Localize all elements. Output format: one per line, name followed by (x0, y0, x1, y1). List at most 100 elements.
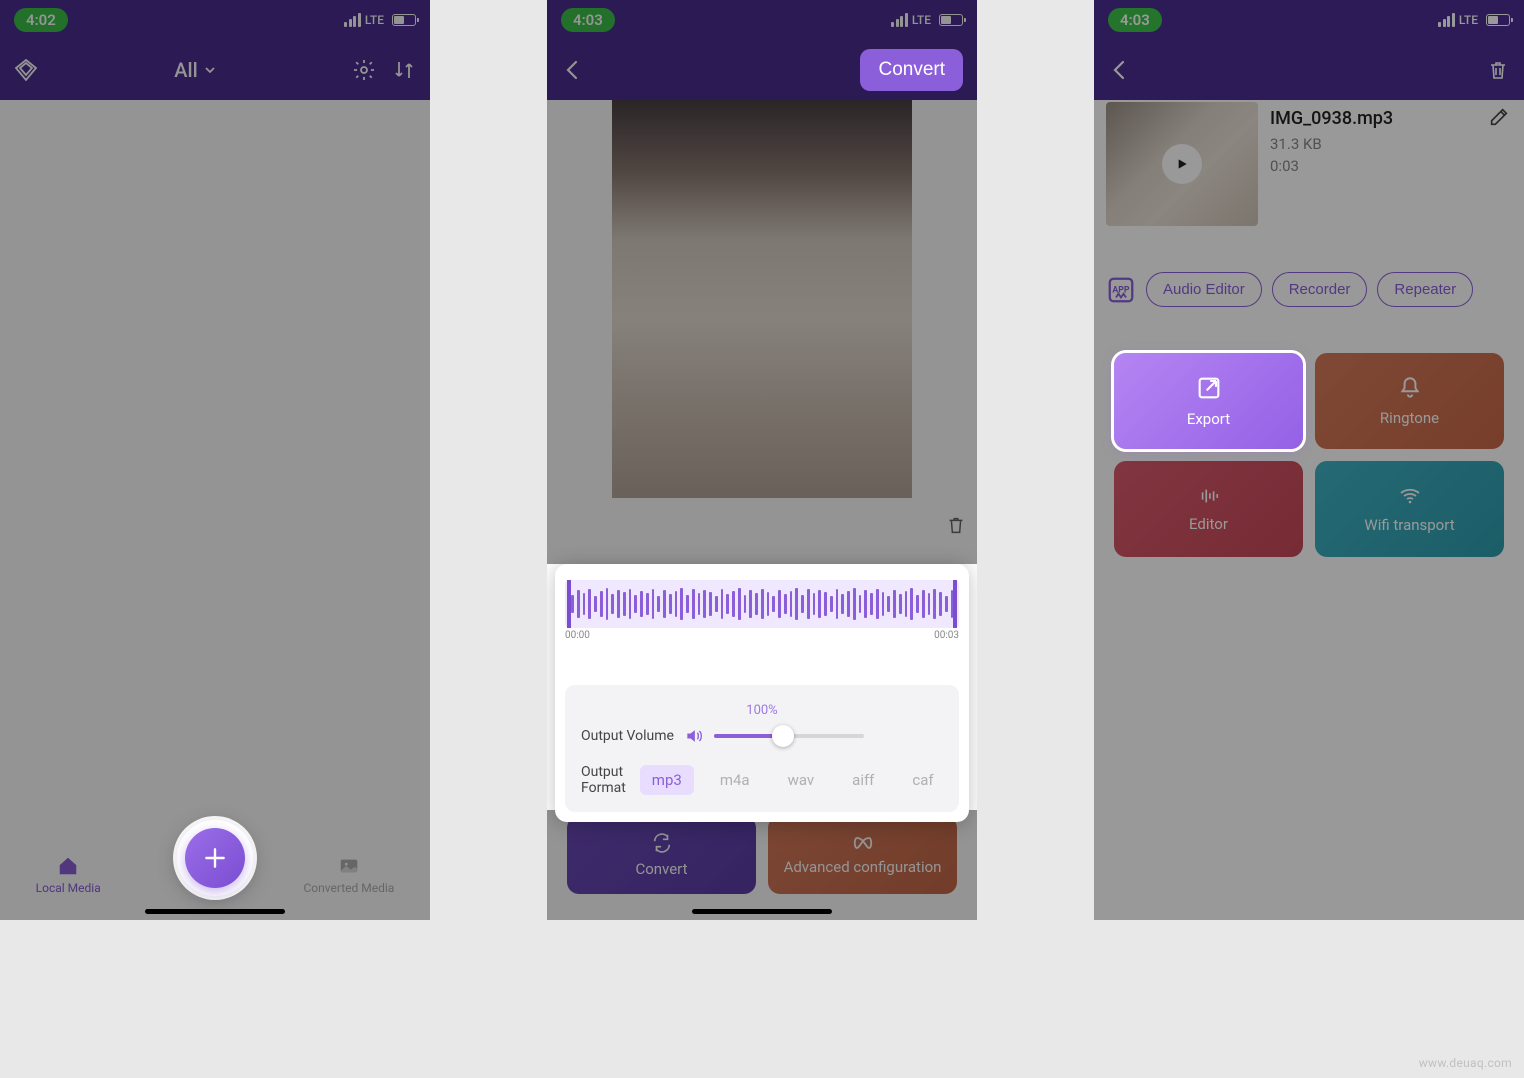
time-end: 00:03 (934, 630, 959, 641)
ringtone-card[interactable]: Ringtone (1315, 353, 1504, 449)
volume-card: 100% Output Volume Output Format mp3 m4a… (565, 685, 959, 812)
chevron-down-icon (204, 64, 216, 76)
convert-button[interactable]: Convert (860, 49, 963, 91)
app-header (1094, 40, 1524, 100)
svg-text:APP: APP (1112, 285, 1130, 295)
signal-icon (344, 13, 361, 27)
export-label: Export (1187, 410, 1230, 428)
signal-icon (891, 13, 908, 27)
screen-file-details: 4:03 LTE IMG_0938.mp3 31.3 KB 0:03 (1094, 0, 1524, 920)
wifi-icon (1396, 484, 1424, 508)
status-right: LTE (891, 13, 963, 27)
trim-handle-left[interactable] (567, 580, 571, 628)
add-button[interactable] (185, 828, 245, 888)
output-settings-sheet: 00:00 00:03 100% Output Volume Output Fo… (555, 564, 969, 822)
statusbar: 4:02 LTE (0, 0, 430, 40)
app-header: All (0, 40, 430, 100)
delete-media-button[interactable] (945, 514, 967, 540)
video-thumbnail[interactable] (612, 100, 912, 498)
plus-icon (202, 845, 228, 871)
recorder-pill[interactable]: Recorder (1272, 272, 1368, 307)
play-button[interactable] (1162, 144, 1202, 184)
play-icon (1174, 156, 1190, 172)
file-name: IMG_0938.mp3 (1270, 108, 1512, 129)
screen-convert: 4:03 LTE Convert 00:00 00:03 100% (547, 0, 977, 920)
format-aiff[interactable]: aiff (840, 765, 886, 795)
image-icon (337, 855, 361, 877)
home-indicator[interactable] (145, 909, 285, 914)
export-card[interactable]: Export (1114, 353, 1303, 449)
format-caf[interactable]: caf (900, 765, 945, 795)
rename-button[interactable] (1488, 106, 1510, 132)
tab-local-media[interactable]: Local Media (36, 855, 101, 895)
wifi-label: Wifi transport (1364, 516, 1454, 534)
status-right: LTE (344, 13, 416, 27)
signal-icon (1438, 13, 1455, 27)
add-fab-highlight (177, 820, 253, 896)
screen-local-media: 4:02 LTE All Local Media Converted Medi (0, 0, 430, 920)
format-mp3[interactable]: mp3 (640, 765, 694, 795)
home-indicator[interactable] (692, 909, 832, 914)
tab-converted-media[interactable]: Converted Media (303, 855, 394, 895)
format-label: Output Format (581, 764, 626, 796)
convert-action[interactable]: Convert (567, 816, 756, 894)
time-pill: 4:03 (561, 8, 615, 32)
infinity-icon (851, 834, 875, 852)
app-store-icon[interactable]: APP (1106, 275, 1136, 305)
delete-icon[interactable] (1486, 58, 1510, 82)
action-grid: Export Ringtone Editor Wifi transport (1094, 325, 1524, 585)
empty-media-list: Local Media Converted Media (0, 100, 430, 920)
statusbar: 4:03 LTE (547, 0, 977, 40)
watermark: www.deuaq.com (1419, 1056, 1512, 1070)
bell-icon (1397, 375, 1423, 401)
volume-percent: 100% (581, 703, 943, 718)
tab-label: Local Media (36, 881, 101, 895)
bottom-action-buttons: Convert Advanced configuration (567, 816, 957, 894)
filter-dropdown[interactable]: All (174, 58, 215, 82)
format-wav[interactable]: wav (776, 765, 827, 795)
tool-pills-row: APP Audio Editor Recorder Repeater (1094, 234, 1524, 325)
ringtone-label: Ringtone (1380, 409, 1439, 427)
speaker-icon (684, 726, 704, 746)
audio-editor-pill[interactable]: Audio Editor (1146, 272, 1262, 307)
home-icon (56, 855, 80, 877)
network-label: LTE (1459, 13, 1478, 27)
audio-waveform[interactable] (565, 580, 959, 628)
back-icon[interactable] (1108, 58, 1132, 82)
time-pill: 4:03 (1108, 8, 1162, 32)
settings-icon[interactable] (352, 58, 376, 82)
network-label: LTE (365, 13, 384, 27)
time-start: 00:00 (565, 630, 590, 641)
advanced-label: Advanced configuration (784, 858, 942, 876)
wifi-transport-card[interactable]: Wifi transport (1315, 461, 1504, 557)
trim-handle-right[interactable] (953, 580, 957, 628)
back-icon[interactable] (561, 58, 585, 82)
pencil-icon (1488, 106, 1510, 128)
file-duration: 0:03 (1270, 157, 1512, 175)
editor-label: Editor (1189, 515, 1228, 533)
slider-thumb[interactable] (772, 725, 794, 747)
statusbar: 4:03 LTE (1094, 0, 1524, 40)
advanced-config-action[interactable]: Advanced configuration (768, 816, 957, 894)
battery-icon (1486, 14, 1510, 26)
equalizer-icon (1196, 485, 1222, 507)
battery-icon (392, 14, 416, 26)
convert-action-label: Convert (635, 860, 687, 878)
editor-card[interactable]: Editor (1114, 461, 1303, 557)
video-preview-area (547, 100, 977, 498)
tab-label: Converted Media (303, 881, 394, 895)
repeater-pill[interactable]: Repeater (1377, 272, 1473, 307)
volume-slider[interactable] (714, 734, 864, 738)
sort-icon[interactable] (392, 58, 416, 82)
convert-icon (651, 832, 673, 854)
battery-icon (939, 14, 963, 26)
trash-icon (945, 514, 967, 536)
export-icon (1195, 374, 1223, 402)
file-thumbnail[interactable] (1106, 102, 1258, 226)
format-m4a[interactable]: m4a (708, 765, 762, 795)
network-label: LTE (912, 13, 931, 27)
premium-icon[interactable] (14, 58, 38, 82)
file-meta: IMG_0938.mp3 31.3 KB 0:03 (1258, 102, 1512, 226)
format-row: Output Format mp3 m4a wav aiff caf (581, 764, 943, 796)
file-info-row: IMG_0938.mp3 31.3 KB 0:03 (1094, 100, 1524, 234)
